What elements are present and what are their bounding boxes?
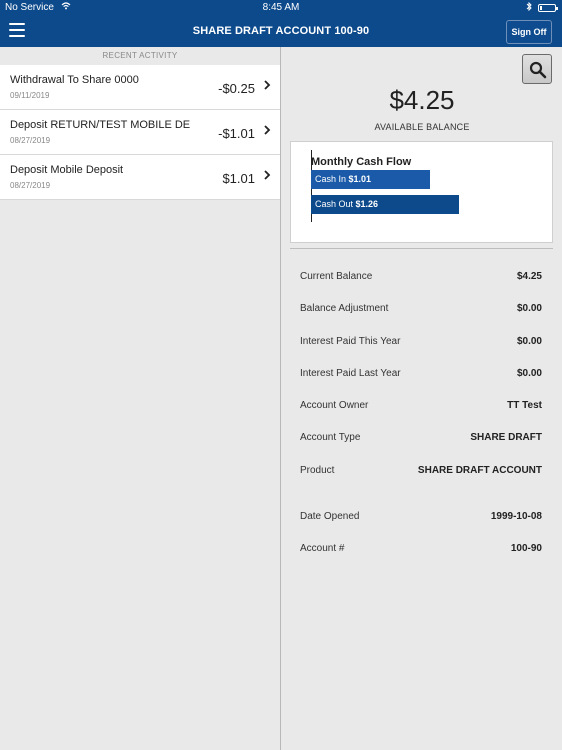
status-icons — [526, 1, 558, 13]
detail-row-balance-adjustment: Balance Adjustment $0.00 — [282, 295, 562, 327]
chevron-right-icon — [263, 79, 271, 94]
chevron-right-icon — [263, 124, 271, 139]
transaction-description: Deposit RETURN/TEST MOBILE DE — [10, 119, 191, 131]
cash-in-label: Cash In — [315, 174, 349, 184]
cash-out-value: $1.26 — [355, 199, 379, 209]
bluetooth-icon — [526, 1, 532, 13]
detail-row-product: Product SHARE DRAFT ACCOUNT — [282, 457, 562, 489]
list-item[interactable]: Withdrawal To Share 0000 09/11/2019 -$0.… — [0, 65, 280, 110]
search-icon — [529, 61, 547, 79]
detail-value: $0.00 — [516, 335, 542, 347]
transaction-date: 08/27/2019 — [10, 181, 51, 190]
detail-label: Balance Adjustment — [300, 303, 389, 315]
detail-row-interest-this-year: Interest Paid This Year $0.00 — [282, 328, 562, 360]
transaction-date: 08/27/2019 — [10, 136, 51, 145]
detail-row-account-type: Account Type SHARE DRAFT — [282, 424, 562, 456]
available-balance-label: AVAILABLE BALANCE — [374, 122, 470, 132]
detail-value: TT Test — [507, 400, 542, 412]
page-title: SHARE DRAFT ACCOUNT 100-90 — [192, 25, 370, 37]
account-details-list: Current Balance $4.25 Balance Adjustment… — [282, 263, 562, 568]
detail-row-account-number: Account # 100-90 — [282, 535, 562, 567]
detail-row-date-opened: Date Opened 1999-10-08 — [282, 503, 562, 535]
cash-out-label: Cash Out — [315, 199, 356, 209]
detail-label: Account Owner — [300, 400, 369, 412]
detail-label: Account # — [300, 543, 345, 555]
transaction-amount: -$0.25 — [218, 81, 255, 96]
detail-label: Date Opened — [300, 511, 360, 523]
transaction-date: 09/11/2019 — [10, 91, 50, 100]
detail-label: Interest Paid This Year — [300, 335, 401, 347]
detail-value: SHARE DRAFT — [470, 432, 542, 444]
detail-label: Product — [300, 464, 335, 476]
transaction-amount: -$1.01 — [218, 126, 255, 141]
recent-activity-heading: RECENT ACTIVITY — [102, 51, 178, 60]
transaction-amount: $1.01 — [222, 171, 255, 186]
detail-value: $0.00 — [516, 367, 542, 379]
detail-value: 100-90 — [510, 543, 542, 555]
battery-icon — [538, 3, 558, 12]
available-balance-amount: $4.25 — [389, 85, 455, 115]
list-item[interactable]: Deposit RETURN/TEST MOBILE DE 08/27/2019… — [0, 110, 280, 155]
search-button[interactable] — [522, 54, 552, 84]
detail-label: Current Balance — [300, 271, 373, 282]
transaction-description: Withdrawal To Share 0000 — [10, 74, 139, 86]
list-item[interactable]: Deposit Mobile Deposit 08/27/2019 $1.01 — [0, 155, 280, 200]
detail-value: 1999-10-08 — [490, 511, 542, 523]
sign-off-button[interactable]: Sign Off — [506, 20, 552, 44]
status-time: 8:45 AM — [262, 2, 300, 13]
cash-flow-chart: Monthly Cash Flow Cash In $1.01 Cash Out… — [290, 141, 553, 243]
cash-in-bar: Cash In $1.01 — [311, 170, 430, 189]
detail-value: $4.25 — [516, 271, 542, 282]
detail-row-account-owner: Account Owner TT Test — [282, 392, 562, 424]
cash-flow-title: Monthly Cash Flow — [311, 156, 412, 168]
recent-activity-panel: RECENT ACTIVITY Withdrawal To Share 0000… — [0, 47, 281, 750]
cash-in-value: $1.01 — [348, 174, 372, 184]
detail-label: Interest Paid Last Year — [300, 367, 401, 379]
detail-value: $0.00 — [516, 303, 542, 315]
divider — [290, 248, 553, 249]
detail-row-current-balance: Current Balance $4.25 — [282, 263, 562, 295]
chevron-right-icon — [263, 169, 271, 184]
detail-row-interest-last-year: Interest Paid Last Year $0.00 — [282, 360, 562, 392]
detail-value: SHARE DRAFT ACCOUNT — [417, 464, 542, 476]
account-detail-panel: $4.25 AVAILABLE BALANCE Monthly Cash Flo… — [282, 47, 562, 750]
cash-out-bar: Cash Out $1.26 — [311, 195, 459, 214]
top-bar: No Service 8:45 AM SHARE DRAFT ACCOUNT 1… — [0, 0, 562, 47]
transaction-description: Deposit Mobile Deposit — [10, 164, 124, 176]
detail-label: Account Type — [300, 432, 361, 444]
